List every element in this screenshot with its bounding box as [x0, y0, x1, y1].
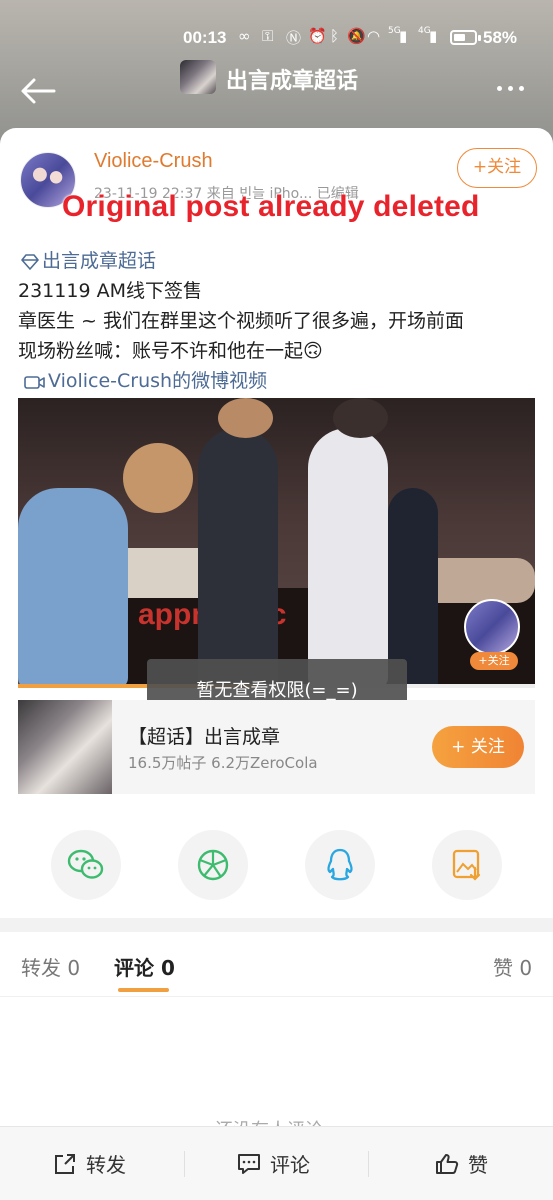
share-out-icon: [55, 1153, 75, 1174]
link-icon: ∞: [238, 27, 251, 45]
active-tab-indicator: [118, 988, 169, 992]
signal-icon-2: ▮: [429, 27, 438, 45]
super-topic-link[interactable]: 出言成章超话: [20, 246, 156, 273]
super-topic-follow-button[interactable]: + 关注: [432, 726, 524, 768]
super-topic-stats: 16.5万帖子 6.2万ZeroCola: [128, 754, 318, 772]
section-divider: [0, 918, 553, 932]
super-topic-card[interactable]: 【超话】出言成章 16.5万帖子 6.2万ZeroCola + 关注: [18, 700, 535, 794]
diamond-icon: [21, 254, 39, 270]
comment-icon: [238, 1153, 260, 1174]
save-image-icon: [452, 849, 481, 881]
battery-percent: 58%: [483, 28, 518, 47]
alarm-icon: ⏰: [308, 27, 327, 45]
battery-icon: [450, 30, 477, 45]
deleted-overlay-text: Original post already deleted: [62, 190, 480, 223]
thumbs-up-icon: [436, 1153, 459, 1174]
follow-button[interactable]: +关注: [457, 148, 537, 188]
nav-bar: 出言成章超话: [0, 60, 553, 120]
like-label: 赞: [468, 1153, 488, 1177]
video-player[interactable]: appm usic +关注: [18, 398, 535, 688]
nfc-icon: Ⓝ: [286, 29, 302, 47]
comment-label: 评论: [270, 1153, 310, 1177]
username[interactable]: Violice-Crush: [94, 150, 213, 173]
tabs-divider: [0, 996, 553, 997]
watermark-follow-button[interactable]: +关注: [470, 652, 518, 670]
save-image-button[interactable]: [432, 830, 502, 900]
comment-button[interactable]: 评论: [236, 1149, 310, 1178]
tab-like[interactable]: 赞 0: [493, 952, 532, 981]
video-link[interactable]: Violice-Crush的微博视频: [24, 366, 267, 393]
post-text-line: 章医生 ~ 我们在群里这个视频听了很多遍，开场前面: [18, 310, 465, 332]
qq-icon: [327, 848, 353, 881]
like-button[interactable]: 赞: [434, 1149, 488, 1178]
tab-comment[interactable]: 评论 0: [114, 952, 175, 981]
share-qq-button[interactable]: [305, 830, 375, 900]
tab-repost[interactable]: 转发 0: [21, 952, 80, 981]
video-link-label: Violice-Crush的微博视频: [48, 370, 268, 392]
super-topic-thumbnail: [180, 60, 216, 94]
watermark-avatar[interactable]: [464, 599, 520, 655]
repost-button[interactable]: 转发: [52, 1149, 126, 1178]
video-camera-icon: [24, 376, 45, 389]
more-options-icon[interactable]: [497, 76, 535, 102]
wechat-icon: [67, 849, 104, 879]
repost-label: 转发: [86, 1153, 126, 1177]
post-text-line: 231119 AM线下签售: [18, 280, 202, 302]
moments-icon: [197, 849, 229, 881]
share-moments-button[interactable]: [178, 830, 248, 900]
super-topic-title: 【超话】出言成章: [128, 726, 281, 748]
key-icon: ⚿: [262, 27, 274, 45]
status-time: 00:13: [183, 28, 227, 47]
post-text-line: 现场粉丝喊：账号不许和他在一起🙃: [18, 340, 323, 362]
back-arrow-icon[interactable]: [18, 74, 58, 108]
page-title: 出言成章超话: [226, 69, 359, 94]
super-topic-label: 出言成章超话: [42, 250, 157, 272]
share-wechat-button[interactable]: [51, 830, 121, 900]
super-topic-image: [18, 700, 112, 794]
signal-icon: ▮: [399, 27, 408, 45]
bluetooth-icon: ᛒ: [330, 27, 340, 45]
bottom-action-bar: 转发 评论 赞: [0, 1126, 553, 1200]
wifi-icon: ◠: [367, 27, 381, 45]
mute-icon: 🔕: [347, 27, 366, 45]
